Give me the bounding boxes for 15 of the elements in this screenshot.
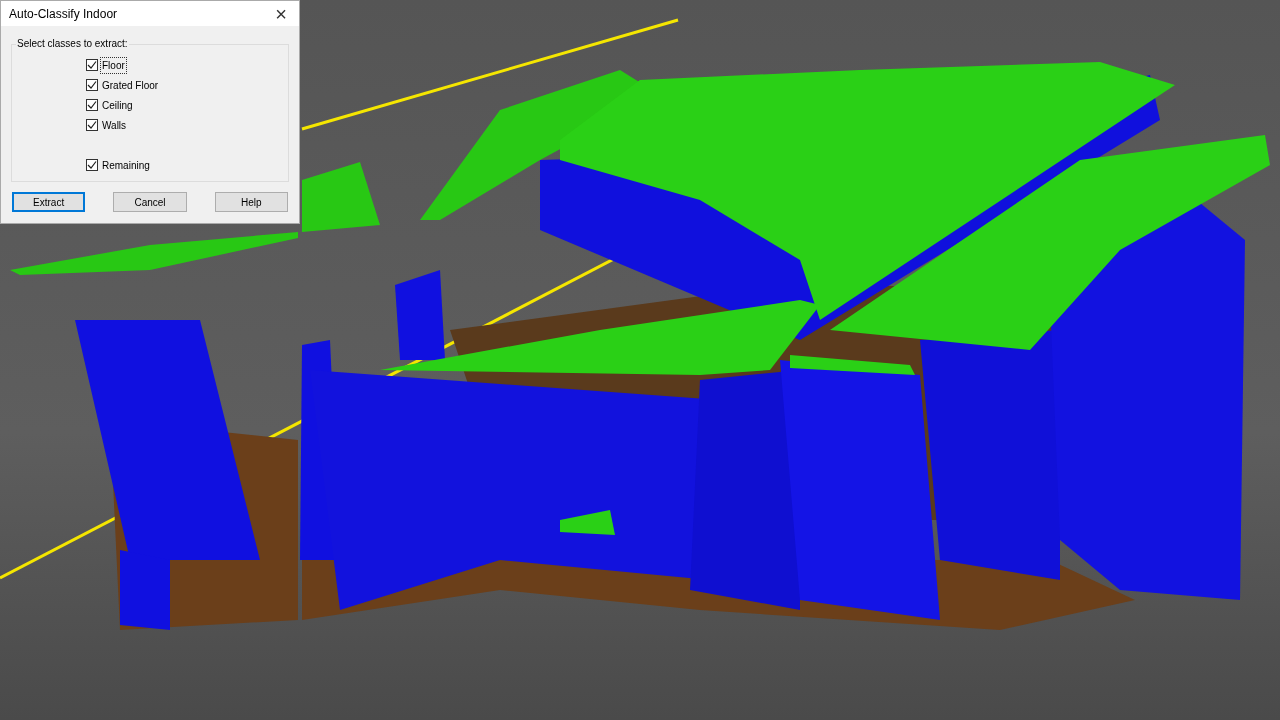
dialog-button[interactable]: Cancel [113, 192, 187, 212]
dialog-button[interactable]: Extract [12, 192, 86, 212]
checkbox[interactable] [86, 99, 98, 111]
checkbox-label[interactable]: Walls [100, 116, 129, 134]
dialog-button[interactable]: Help [214, 192, 288, 212]
dialog-title: Auto-Classify Indoor [9, 5, 118, 23]
checkbox-label[interactable]: Ceiling [100, 96, 135, 114]
checkbox[interactable] [86, 79, 98, 91]
checkbox[interactable] [86, 59, 98, 71]
close-button[interactable]: × [271, 3, 291, 24]
checkbox-label[interactable]: Remaining [100, 156, 152, 174]
checkbox-label[interactable]: Grated Floor [100, 76, 161, 94]
checkbox-label[interactable]: Floor [100, 56, 127, 74]
checkbox[interactable] [86, 159, 98, 171]
checkbox[interactable] [86, 119, 98, 131]
